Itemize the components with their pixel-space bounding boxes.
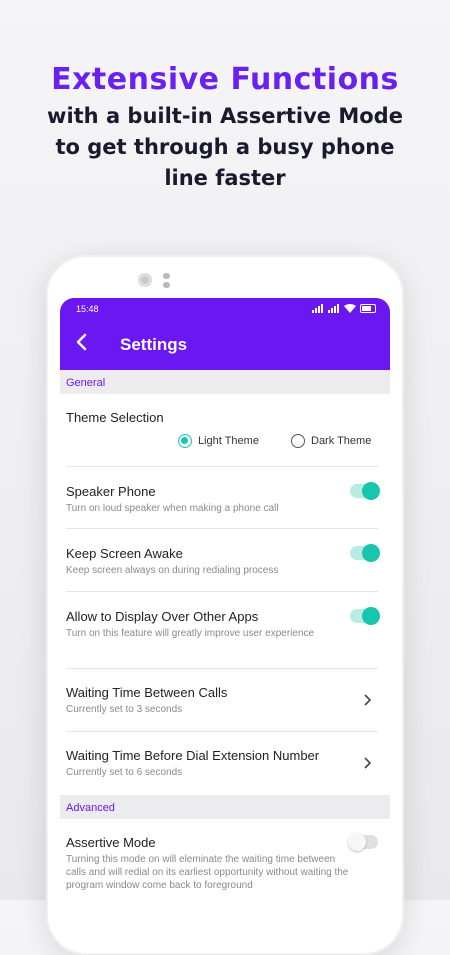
arrow-left-icon[interactable] [70, 330, 94, 354]
row-subtitle: Keep screen always on during redialing p… [66, 565, 279, 576]
radio-label: Dark Theme [311, 435, 372, 447]
keep-screen-awake-row[interactable]: Keep Screen Awake Keep screen always on … [66, 529, 380, 592]
radio-light-theme[interactable]: Light Theme [178, 434, 259, 448]
page-title: Settings [120, 335, 188, 354]
status-icons [312, 304, 376, 313]
toggle-knob [348, 833, 366, 851]
phone-screen: 15:48 Settings General Theme Selection L… [60, 298, 390, 900]
keep-screen-awake-toggle[interactable] [350, 544, 380, 562]
row-subtitle: Currently set to 3 seconds [66, 704, 183, 715]
theme-selection-row: Theme Selection Light Theme Dark Theme [66, 394, 378, 467]
row-subtitle: Currently set to 6 seconds [66, 767, 183, 778]
toggle-knob [362, 607, 380, 625]
status-bar: 15:48 [76, 304, 376, 318]
waiting-time-calls-row[interactable]: Waiting Time Between Calls Currently set… [66, 669, 378, 732]
row-title: Speaker Phone [66, 484, 156, 499]
radio-label: Light Theme [198, 435, 259, 447]
toggle-knob [362, 544, 380, 562]
settings-list: General Theme Selection Light Theme Dark… [60, 370, 390, 900]
chevron-right-icon[interactable] [362, 756, 372, 770]
promo-title: Extensive Functions [51, 62, 399, 97]
assertive-mode-row[interactable]: Assertive Mode Turning this mode on will… [66, 819, 378, 900]
battery-icon [360, 304, 376, 313]
display-over-apps-row[interactable]: Allow to Display Over Other Apps Turn on… [66, 592, 380, 669]
promo-subtitle: with a built-in Assertive Mode to get th… [47, 104, 403, 190]
row-title: Waiting Time Before Dial Extension Numbe… [66, 748, 320, 763]
row-title: Theme Selection [66, 410, 164, 425]
signal-icon [328, 304, 339, 313]
app-bar: 15:48 Settings [60, 298, 390, 370]
row-subtitle: Turn on this feature will greatly improv… [66, 628, 315, 639]
wifi-icon [344, 304, 356, 313]
row-subtitle: Turning this mode on will eleminate the … [66, 854, 349, 891]
sensor-icon [163, 282, 170, 288]
speaker-phone-row[interactable]: Speaker Phone Turn on loud speaker when … [66, 467, 380, 529]
row-title: Waiting Time Between Calls [66, 685, 228, 700]
row-title: Allow to Display Over Other Apps [66, 609, 259, 624]
camera-icon [138, 273, 152, 287]
radio-unchecked-icon[interactable] [291, 434, 305, 448]
signal-icon [312, 304, 323, 313]
row-title: Keep Screen Awake [66, 546, 183, 561]
radio-checked-icon[interactable] [178, 434, 192, 448]
display-over-apps-toggle[interactable] [350, 607, 380, 625]
section-header-general: General [60, 370, 390, 394]
status-time: 15:48 [76, 304, 99, 314]
radio-dark-theme[interactable]: Dark Theme [291, 434, 371, 448]
speaker-phone-toggle[interactable] [350, 482, 380, 500]
section-header-advanced: Advanced [60, 795, 390, 819]
waiting-time-extension-row[interactable]: Waiting Time Before Dial Extension Numbe… [66, 732, 378, 795]
toggle-knob [362, 482, 380, 500]
row-subtitle: Turn on loud speaker when making a phone… [66, 503, 279, 514]
assertive-mode-toggle[interactable] [348, 833, 378, 851]
row-title: Assertive Mode [66, 835, 156, 850]
sensor-icon [163, 273, 170, 279]
chevron-right-icon[interactable] [362, 693, 372, 707]
